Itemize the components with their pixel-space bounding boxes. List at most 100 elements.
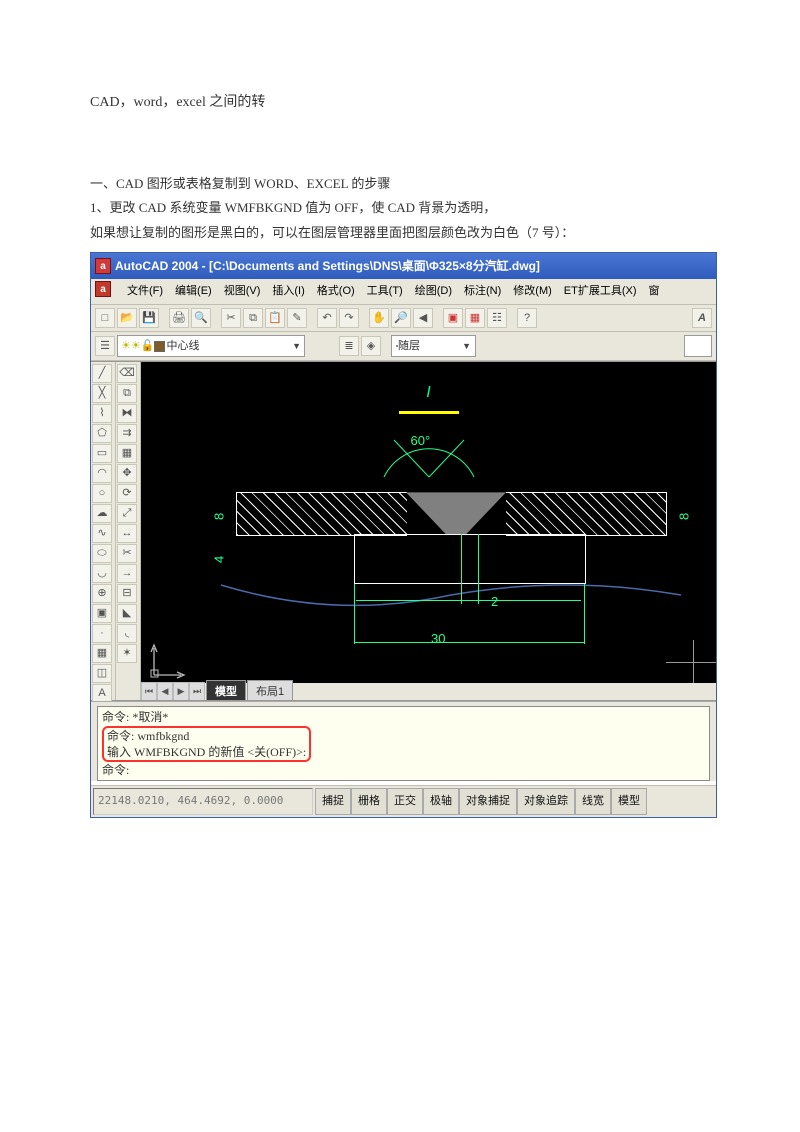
block-icon[interactable]: ▣	[92, 604, 112, 623]
otrack-toggle[interactable]: 对象追踪	[517, 788, 575, 815]
explode-icon[interactable]: ✶	[117, 644, 137, 663]
text-a-icon[interactable]: A	[692, 308, 712, 328]
annotation-i: I	[399, 378, 459, 413]
tool-palette-icon[interactable]: ☷	[487, 308, 507, 328]
modify-toolbar: ⌫ ⧉ ⧓ ⇉ ▦ ✥ ⟳ ⤢ ↔ ✂ → ⊟ ◣ ◟ ✶	[116, 362, 141, 700]
command-window: 命令: *取消* 命令: wmfbkgnd 输入 WMFBKGND 的新值 <关…	[91, 701, 716, 781]
menu-edit[interactable]: 编辑(E)	[175, 281, 212, 302]
tab-prev-icon[interactable]: ◀	[157, 682, 173, 700]
layer-name: 中心线	[166, 336, 199, 357]
lwt-toggle[interactable]: 线宽	[575, 788, 611, 815]
ortho-toggle[interactable]: 正交	[387, 788, 423, 815]
drawing-canvas[interactable]: I 60°	[141, 362, 716, 700]
menu-modify[interactable]: 修改(M)	[513, 281, 552, 302]
open-icon[interactable]: 📂	[117, 308, 137, 328]
redo-icon[interactable]: ↷	[339, 308, 359, 328]
tab-model[interactable]: 模型	[206, 680, 246, 700]
status-bar: 22148.0210, 464.4692, 0.0000 捕捉 栅格 正交 极轴…	[91, 785, 716, 817]
tab-layout1[interactable]: 布局1	[247, 680, 293, 700]
trim-icon[interactable]: ✂	[117, 544, 137, 563]
snap-toggle[interactable]: 捕捉	[315, 788, 351, 815]
tab-next-icon[interactable]: ▶	[173, 682, 189, 700]
revcloud-icon[interactable]: ☁	[92, 504, 112, 523]
props-icon[interactable]: ▣	[443, 308, 463, 328]
dim-4-left: 4	[207, 556, 232, 563]
new-icon[interactable]: □	[95, 308, 115, 328]
osnap-toggle[interactable]: 对象捕捉	[459, 788, 517, 815]
circle-icon[interactable]: ○	[92, 484, 112, 503]
print-icon[interactable]: 🖨	[169, 308, 189, 328]
menu-et[interactable]: ET扩展工具(X)	[564, 281, 637, 302]
layer-toolbar: ☰ ☀ ☀ 🔓 中心线 ≣ ◈ 随层	[91, 332, 716, 361]
help-icon[interactable]: ?	[517, 308, 537, 328]
xline-icon[interactable]: ╳	[92, 384, 112, 403]
polygon-icon[interactable]: ⬠	[92, 424, 112, 443]
ellipse-icon[interactable]: ⬭	[92, 544, 112, 563]
pan-icon[interactable]: ✋	[369, 308, 389, 328]
zoom-prev-icon[interactable]: ◀	[413, 308, 433, 328]
menu-file[interactable]: 文件(F)	[127, 281, 163, 302]
grid-toggle[interactable]: 栅格	[351, 788, 387, 815]
dcenter-icon[interactable]: ▦	[465, 308, 485, 328]
polar-toggle[interactable]: 极轴	[423, 788, 459, 815]
ellipse-arc-icon[interactable]: ◡	[92, 564, 112, 583]
zoom-icon[interactable]: 🔎	[391, 308, 411, 328]
ltype-dropdown[interactable]	[684, 335, 712, 357]
menu-dim[interactable]: 标注(N)	[464, 281, 501, 302]
insert-icon[interactable]: ⊕	[92, 584, 112, 603]
command-highlight: 命令: wmfbkgnd 输入 WMFBKGND 的新值 <关(OFF)>:	[102, 726, 311, 762]
arc-icon[interactable]: ◠	[92, 464, 112, 483]
preview-icon[interactable]: 🔍	[191, 308, 211, 328]
array-icon[interactable]: ▦	[117, 444, 137, 463]
dim-8-right: 8	[672, 513, 697, 520]
section-drawing: 8 8 4 2 30	[236, 492, 666, 587]
stretch-icon[interactable]: ↔	[117, 524, 137, 543]
dim-2: 2	[491, 590, 498, 615]
undo-icon[interactable]: ↶	[317, 308, 337, 328]
move-icon[interactable]: ✥	[117, 464, 137, 483]
tab-first-icon[interactable]: ⏮	[141, 682, 157, 700]
model-toggle[interactable]: 模型	[611, 788, 647, 815]
tab-last-icon[interactable]: ⏭	[189, 682, 205, 700]
spline-icon[interactable]: ∿	[92, 524, 112, 543]
layer-prev-icon[interactable]: ≣	[339, 336, 359, 356]
crosshair	[666, 662, 716, 663]
match-icon[interactable]: ✎	[287, 308, 307, 328]
window-titlebar: a AutoCAD 2004 - [C:\Documents and Setti…	[91, 253, 716, 280]
save-icon[interactable]: 💾	[139, 308, 159, 328]
paste-icon[interactable]: 📋	[265, 308, 285, 328]
menu-tools[interactable]: 工具(T)	[367, 281, 403, 302]
erase-icon[interactable]: ⌫	[117, 364, 137, 383]
menu-window[interactable]: 窗	[649, 281, 660, 302]
cut-icon[interactable]: ✂	[221, 308, 241, 328]
line-icon[interactable]: ╱	[92, 364, 112, 383]
extend-icon[interactable]: →	[117, 564, 137, 583]
menu-view[interactable]: 视图(V)	[224, 281, 261, 302]
coordinates-readout: 22148.0210, 464.4692, 0.0000	[93, 788, 313, 815]
point-icon[interactable]: ·	[92, 624, 112, 643]
content-area: ╱ ╳ ⌇ ⬠ ▭ ◠ ○ ☁ ∿ ⬭ ◡ ⊕ ▣ · ▦ ◫ A ⌫	[91, 361, 716, 701]
rect-icon[interactable]: ▭	[92, 444, 112, 463]
break-icon[interactable]: ⊟	[117, 584, 137, 603]
copy-obj-icon[interactable]: ⧉	[117, 384, 137, 403]
color-dropdown[interactable]: 随层	[391, 335, 476, 357]
doc-icon: a	[95, 281, 111, 297]
rotate-icon[interactable]: ⟳	[117, 484, 137, 503]
scale-icon[interactable]: ⤢	[117, 504, 137, 523]
standard-toolbar: □ 📂 💾 🖨 🔍 ✂ ⧉ 📋 ✎ ↶ ↷ ✋ 🔎 ◀ ▣ ▦ ☷ ? A	[91, 305, 716, 332]
fillet-icon[interactable]: ◟	[117, 624, 137, 643]
copy-icon[interactable]: ⧉	[243, 308, 263, 328]
layer-manager-icon[interactable]: ☰	[95, 336, 115, 356]
mirror-icon[interactable]: ⧓	[117, 404, 137, 423]
offset-icon[interactable]: ⇉	[117, 424, 137, 443]
menu-insert[interactable]: 插入(I)	[272, 281, 304, 302]
menu-draw[interactable]: 绘图(D)	[415, 281, 452, 302]
pline-icon[interactable]: ⌇	[92, 404, 112, 423]
region-icon[interactable]: ◫	[92, 664, 112, 683]
command-text[interactable]: 命令: *取消* 命令: wmfbkgnd 输入 WMFBKGND 的新值 <关…	[97, 706, 710, 781]
menu-format[interactable]: 格式(O)	[317, 281, 355, 302]
hatch-icon[interactable]: ▦	[92, 644, 112, 663]
chamfer-icon[interactable]: ◣	[117, 604, 137, 623]
layer-dropdown[interactable]: ☀ ☀ 🔓 中心线	[117, 335, 305, 357]
layer-state-icon[interactable]: ◈	[361, 336, 381, 356]
